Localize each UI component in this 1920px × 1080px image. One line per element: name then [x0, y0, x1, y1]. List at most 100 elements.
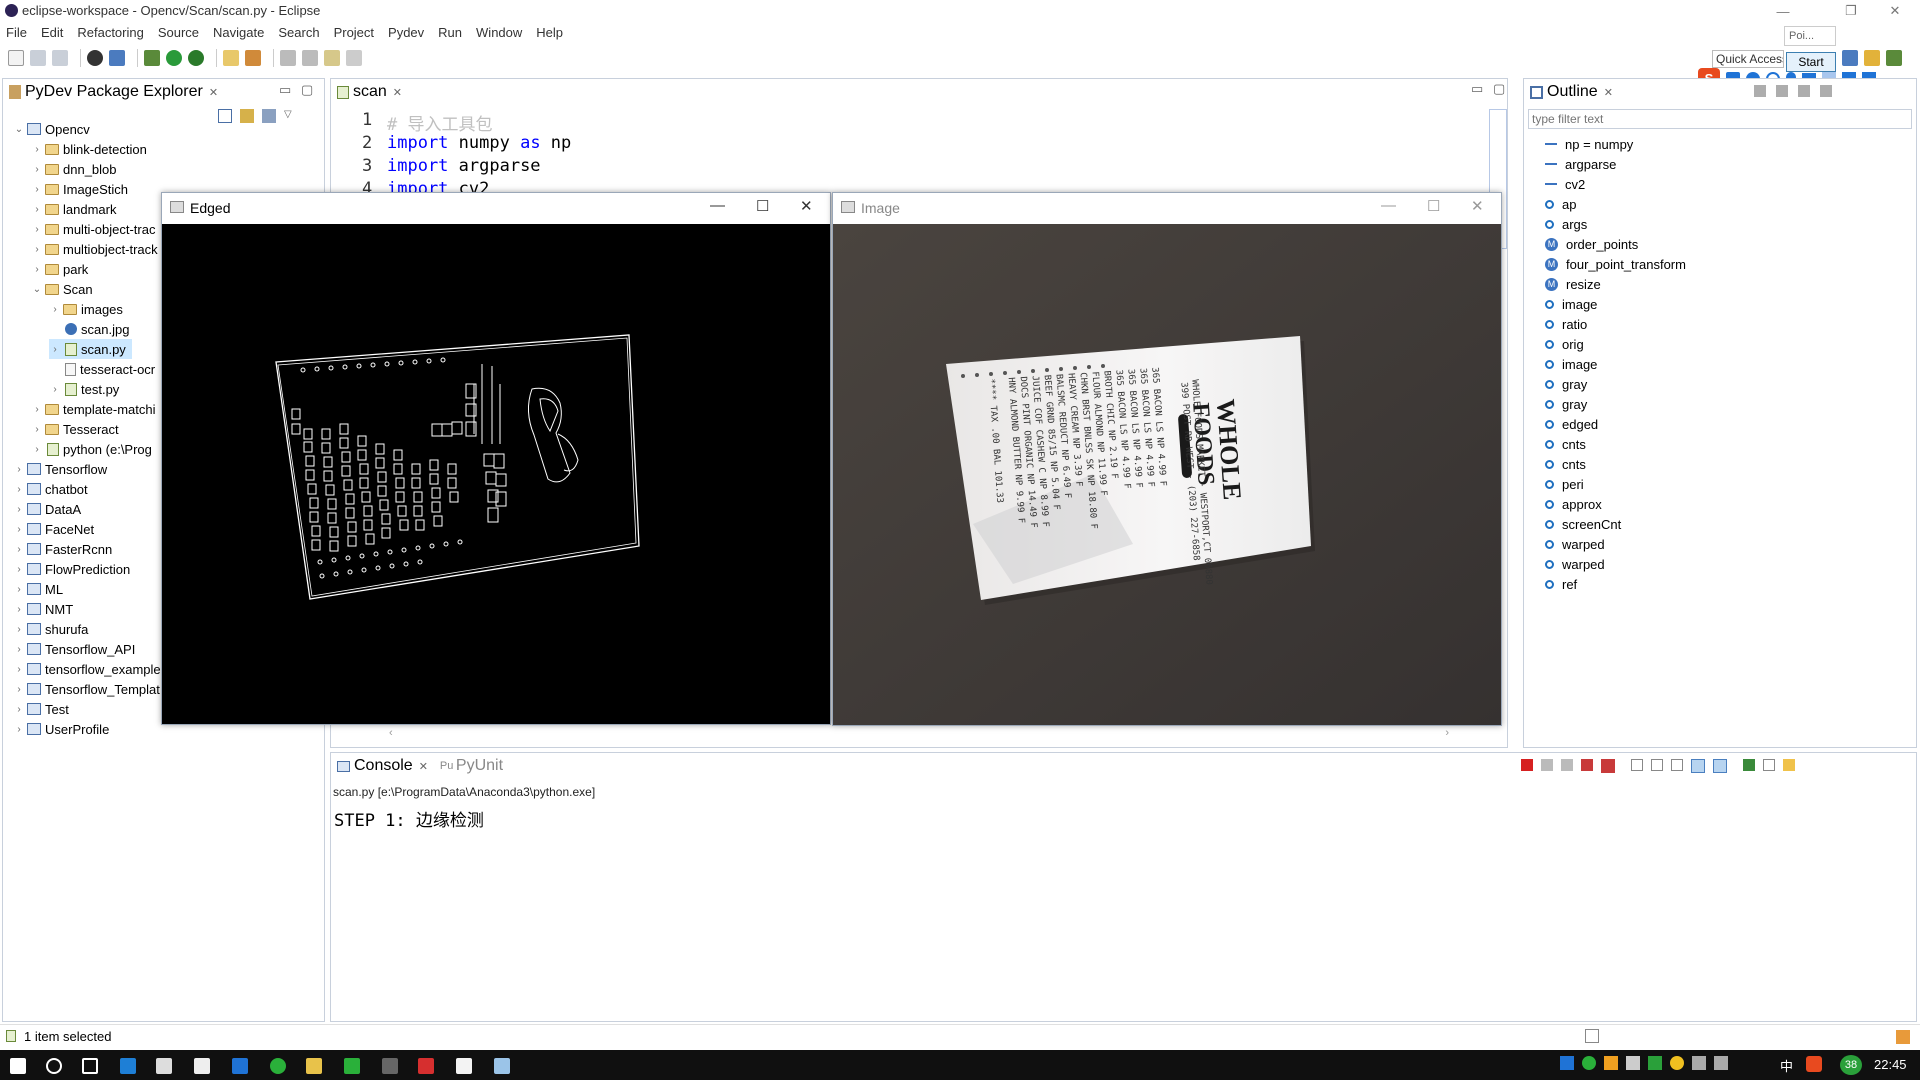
collapse-arrow-icon[interactable]: ›	[13, 464, 25, 475]
run-icon[interactable]	[166, 50, 182, 66]
image-window-titlebar[interactable]: Image — ☐ ✕	[833, 193, 1501, 223]
stop-icon[interactable]	[1581, 759, 1593, 771]
tab-console[interactable]: Console	[354, 757, 413, 775]
tree-item[interactable]: › multi-object-trac	[31, 219, 155, 239]
tree-item[interactable]: ⌄ Opencv	[13, 119, 90, 139]
next-annotation-icon[interactable]	[280, 50, 296, 66]
tree-item[interactable]: › DataA	[13, 499, 81, 519]
outline-item[interactable]: approx	[1545, 494, 1602, 514]
outline-filter-input[interactable]	[1528, 109, 1912, 129]
outline-item[interactable]: Mfour_point_transform	[1545, 254, 1686, 274]
tray-cloud-icon[interactable]	[1604, 1056, 1618, 1070]
open-folder-icon[interactable]	[223, 50, 239, 66]
collapse-arrow-icon[interactable]: ›	[13, 504, 25, 515]
tree-item[interactable]: › ML	[13, 579, 63, 599]
close-icon[interactable]: ✕	[419, 760, 428, 773]
outline-item[interactable]: ap	[1545, 194, 1576, 214]
pin-console-icon[interactable]	[1743, 759, 1755, 771]
collapse-arrow-icon[interactable]: ›	[13, 524, 25, 535]
tray-app-icon[interactable]	[1560, 1056, 1574, 1070]
collapse-arrow-icon[interactable]: ›	[13, 544, 25, 555]
quick-access-field[interactable]: Quick Access	[1712, 50, 1784, 68]
hide-static-icon[interactable]	[1798, 85, 1810, 97]
menu-refactoring[interactable]: Refactoring	[77, 25, 143, 40]
outline-item[interactable]: edged	[1545, 414, 1598, 434]
outline-item[interactable]: cv2	[1545, 174, 1585, 194]
tree-item[interactable]: › chatbot	[13, 479, 87, 499]
close-icon[interactable]: ✕	[1604, 86, 1613, 99]
collapse-arrow-icon[interactable]: ›	[31, 244, 43, 255]
expand-arrow-icon[interactable]: ⌄	[31, 284, 43, 295]
tree-item[interactable]: › python (e:\Prog	[31, 439, 152, 459]
collapse-arrow-icon[interactable]: ›	[13, 664, 25, 675]
outline-item[interactable]: image	[1545, 354, 1597, 374]
outline-item[interactable]: Mresize	[1545, 274, 1601, 294]
outline-item[interactable]: args	[1545, 214, 1587, 234]
minimize-button[interactable]: —	[1381, 197, 1396, 214]
tree-item[interactable]: › blink-detection	[31, 139, 147, 159]
menu-search[interactable]: Search	[278, 25, 319, 40]
menu-file[interactable]: File	[6, 25, 27, 40]
menu-help[interactable]: Help	[536, 25, 563, 40]
debug-perspective-icon[interactable]	[1886, 50, 1902, 66]
tree-item[interactable]: › test.py	[49, 379, 119, 399]
profile-icon[interactable]	[87, 50, 103, 66]
app-blue-icon[interactable]	[232, 1058, 248, 1074]
minimize-button[interactable]: —	[1760, 0, 1806, 22]
edge-browser-icon[interactable]	[120, 1058, 136, 1074]
tree-item[interactable]: › dnn_blob	[31, 159, 116, 179]
coverage-icon[interactable]	[188, 50, 204, 66]
tray-wechat-icon[interactable]	[1582, 1056, 1596, 1070]
status-notification-icon[interactable]	[1896, 1030, 1910, 1044]
menu-project[interactable]: Project	[334, 25, 374, 40]
collapse-arrow-icon[interactable]: ›	[13, 684, 25, 695]
maximize-button[interactable]: ☐	[756, 197, 769, 215]
close-button[interactable]: ✕	[1471, 197, 1484, 215]
collapse-arrow-icon[interactable]: ›	[13, 624, 25, 635]
outline-item[interactable]: image	[1545, 294, 1597, 314]
maximize-button[interactable]: ☐	[1427, 197, 1440, 215]
tree-item[interactable]: › FlowPrediction	[13, 559, 130, 579]
debug-icon[interactable]	[144, 50, 160, 66]
console-vscroll[interactable]	[1902, 805, 1916, 1005]
tree-item[interactable]: › images	[49, 299, 123, 319]
open-console-icon[interactable]	[1783, 759, 1795, 771]
tree-item[interactable]: › scan.py	[49, 339, 132, 359]
save-icon[interactable]	[30, 50, 46, 66]
windows-start-icon[interactable]	[10, 1058, 26, 1074]
collapse-arrow-icon[interactable]: ›	[13, 484, 25, 495]
app-green-icon[interactable]	[344, 1058, 360, 1074]
collapse-arrow-icon[interactable]: ›	[49, 344, 61, 355]
tree-item[interactable]: › UserProfile	[13, 719, 109, 739]
collapse-arrow-icon[interactable]: ›	[49, 384, 61, 395]
new-icon[interactable]	[8, 50, 24, 66]
clear-console-icon[interactable]	[1631, 759, 1643, 771]
maximize-view-icon[interactable]: ▢	[301, 82, 313, 98]
collapse-arrow-icon[interactable]: ›	[31, 144, 43, 155]
app-gray-icon[interactable]	[382, 1058, 398, 1074]
close-button[interactable]: ✕	[800, 197, 813, 215]
terminate-icon[interactable]	[1521, 759, 1533, 771]
save-all-icon[interactable]	[52, 50, 68, 66]
outline-item[interactable]: warped	[1545, 534, 1605, 554]
build-icon[interactable]	[109, 50, 125, 66]
outline-item[interactable]: screenCnt	[1545, 514, 1621, 534]
collapse-arrow-icon[interactable]: ›	[13, 564, 25, 575]
code-line[interactable]: import argparse	[387, 156, 541, 176]
eclipse-window-icon[interactable]	[456, 1058, 472, 1074]
tree-item[interactable]: › Tensorflow_Templat	[13, 679, 160, 699]
network-icon[interactable]	[1692, 1056, 1706, 1070]
hide-comments-icon[interactable]	[1820, 85, 1832, 97]
sogou-tray-icon[interactable]	[1806, 1056, 1822, 1072]
status-tasks-icon[interactable]	[1585, 1029, 1599, 1043]
collapse-arrow-icon[interactable]: ›	[31, 264, 43, 275]
prev-annotation-icon[interactable]	[302, 50, 318, 66]
chrome-icon[interactable]	[270, 1058, 286, 1074]
tray-security-icon[interactable]	[1648, 1056, 1662, 1070]
tree-item[interactable]: › park	[31, 259, 88, 279]
collapse-arrow-icon[interactable]: ›	[31, 224, 43, 235]
menu-window[interactable]: Window	[476, 25, 522, 40]
tree-item[interactable]: › NMT	[13, 599, 73, 619]
show-on-output-icon[interactable]	[1691, 759, 1705, 773]
tree-item[interactable]: › multiobject-track	[31, 239, 157, 259]
